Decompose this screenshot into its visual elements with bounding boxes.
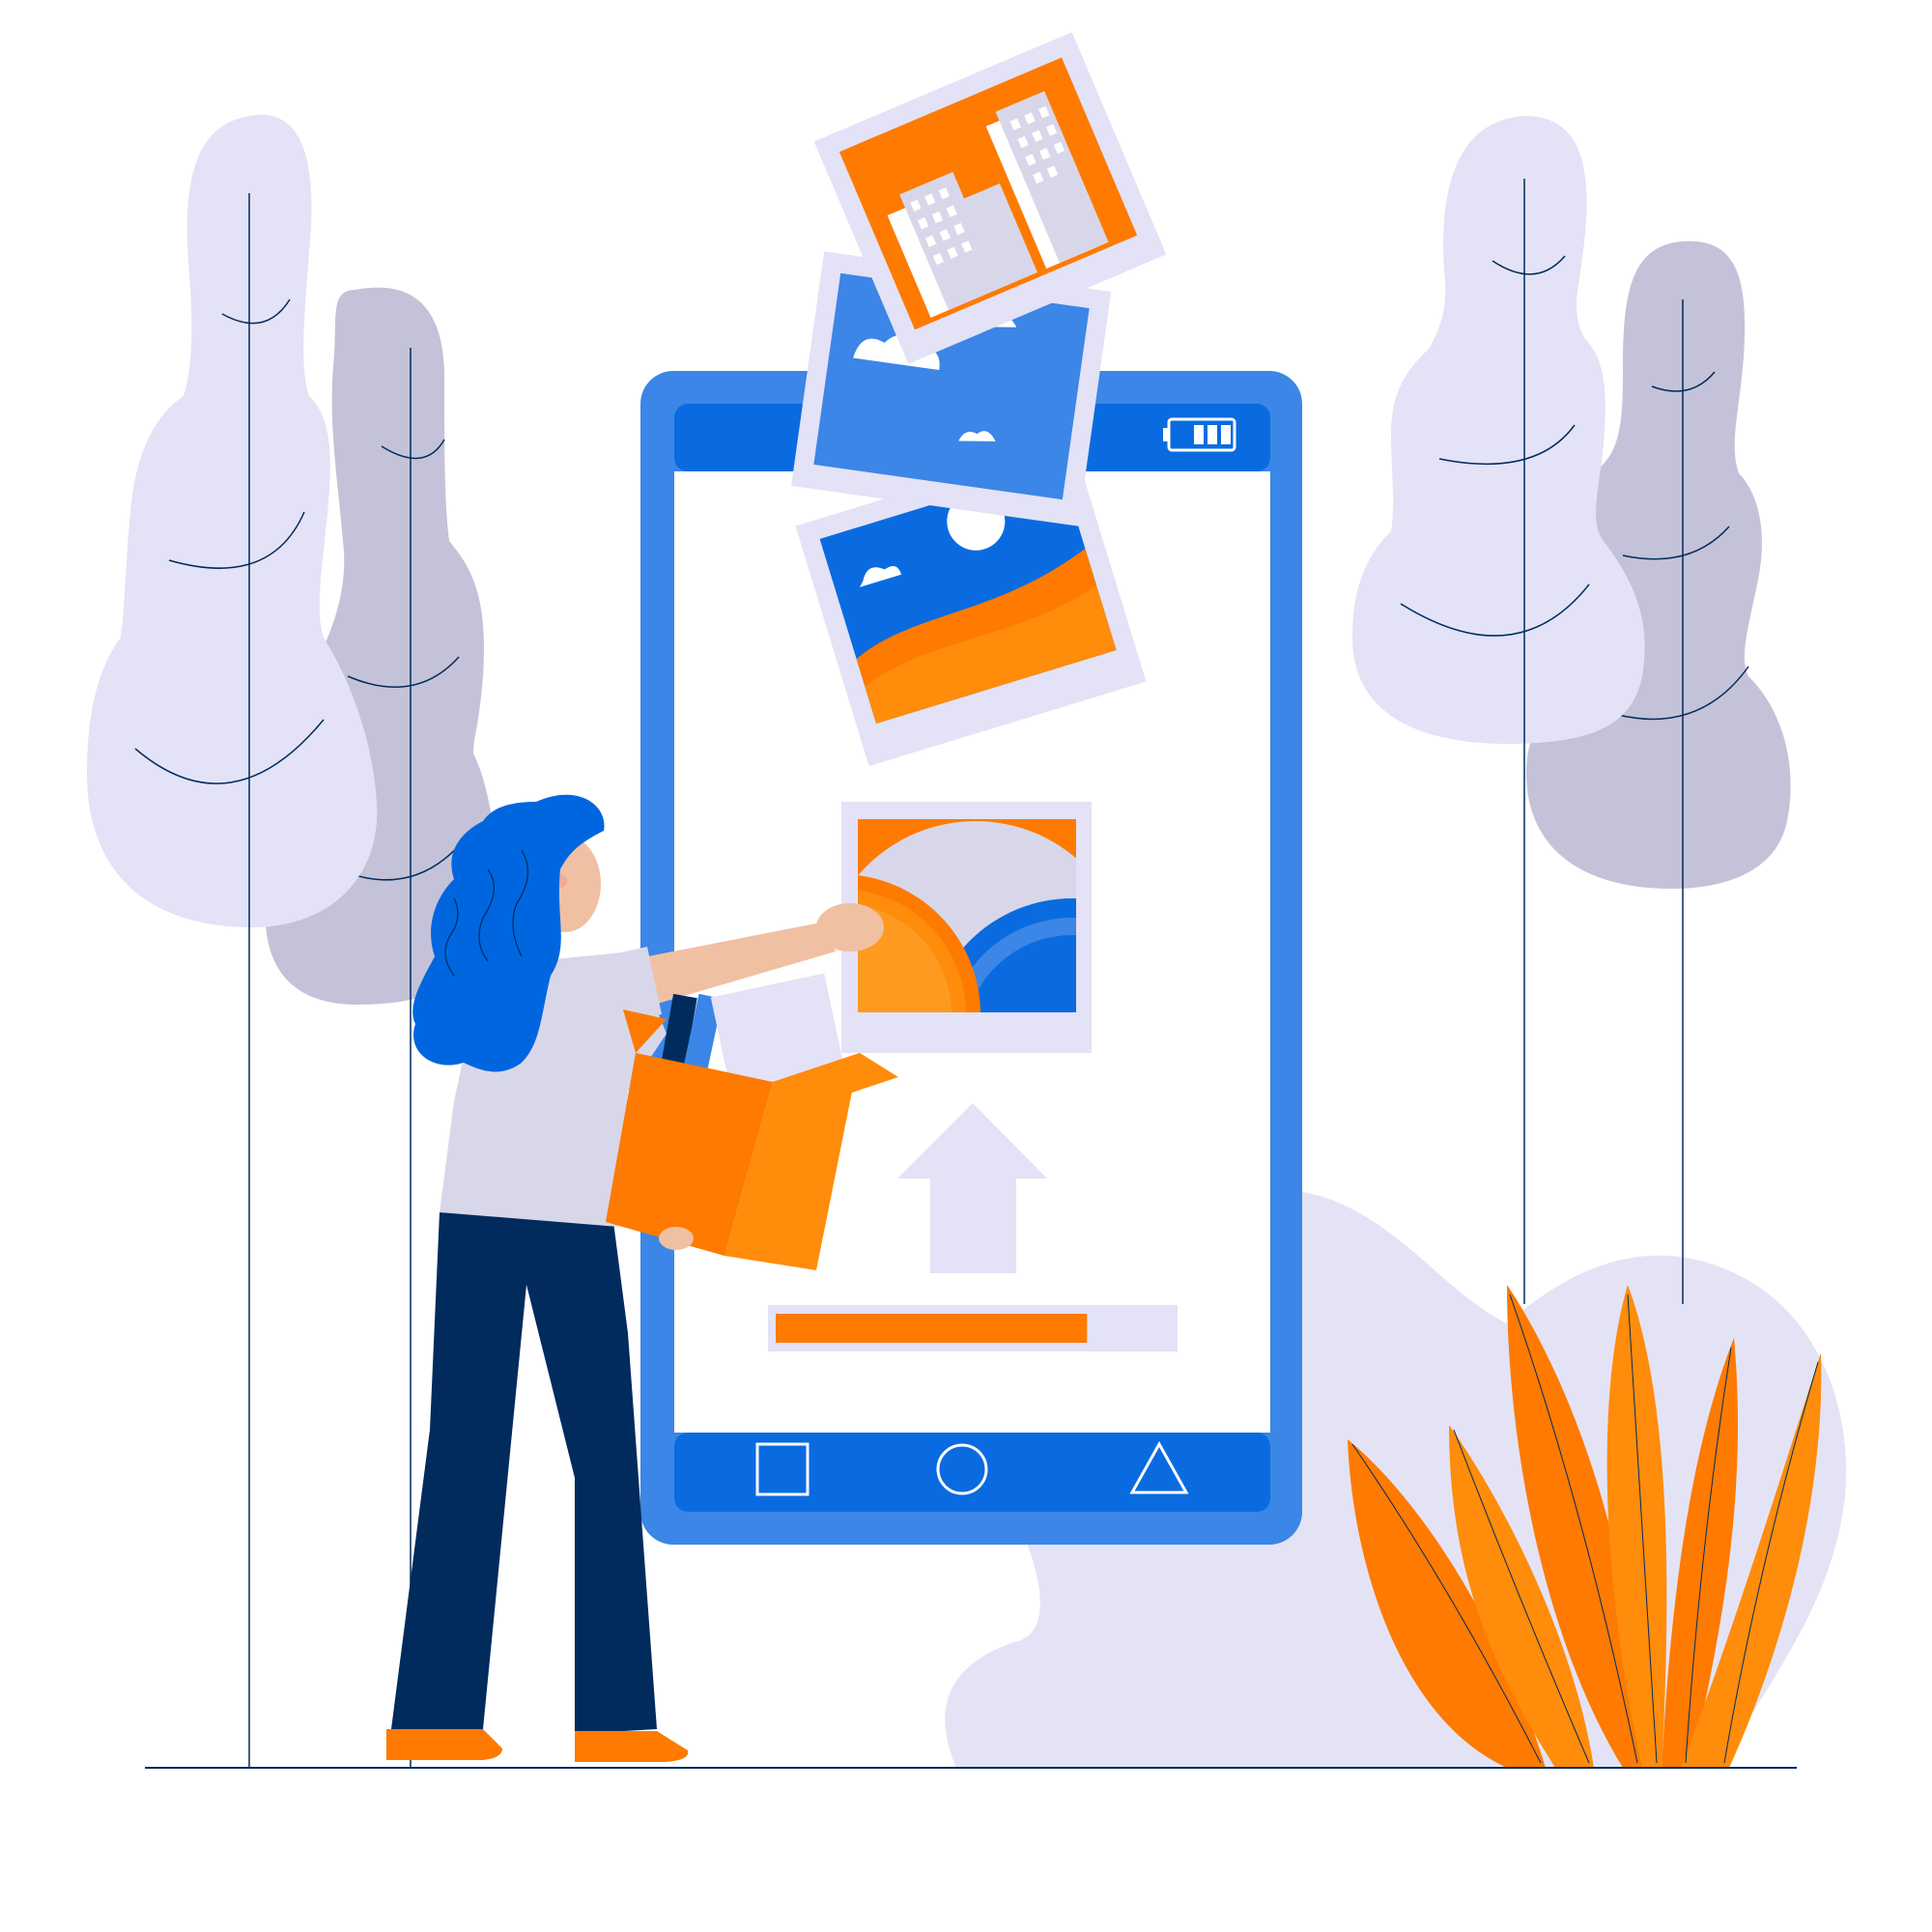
illustration-canvas xyxy=(87,32,1847,1769)
battery-cell xyxy=(1208,425,1217,444)
jeans xyxy=(391,1212,657,1734)
upload-progress-bar xyxy=(768,1305,1178,1351)
battery-cell xyxy=(1221,425,1231,444)
left-shoe xyxy=(386,1729,502,1760)
hand xyxy=(816,903,884,952)
right-shoe xyxy=(575,1731,689,1762)
battery-cell xyxy=(1194,425,1204,444)
progress-fill xyxy=(776,1314,1088,1343)
tree-front-right xyxy=(1352,116,1645,1304)
